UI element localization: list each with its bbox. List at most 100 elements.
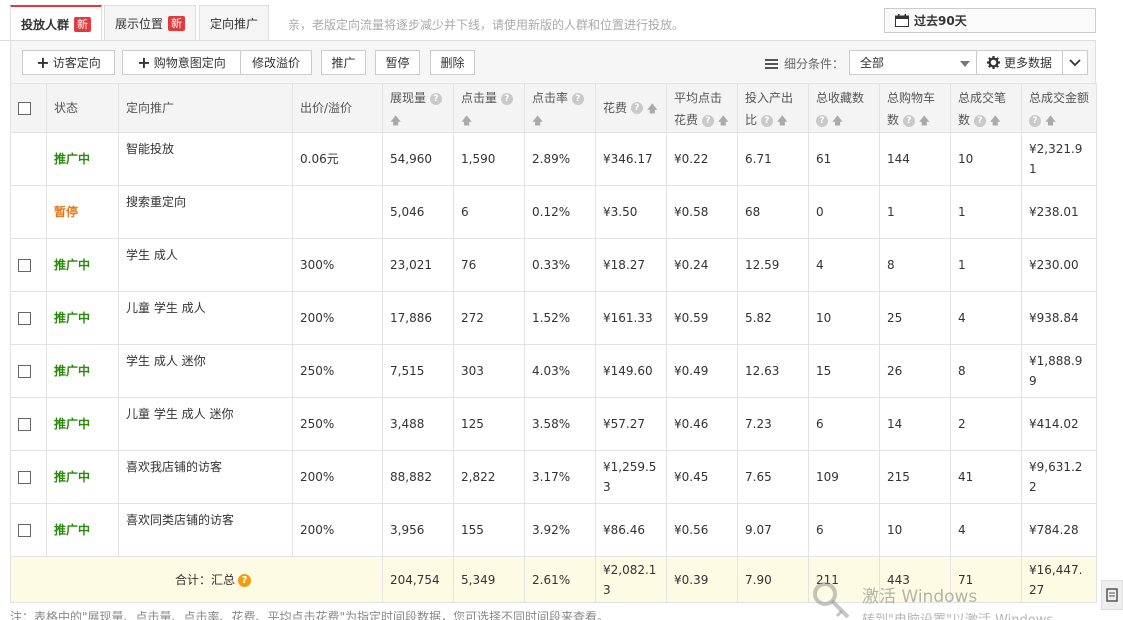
target-name[interactable]: 儿童 学生 成人 迷你 [118, 397, 293, 451]
ctr-cell: 3.92% [524, 503, 596, 557]
sort-up-icon[interactable]: 🡅 [832, 114, 843, 127]
gear-icon [986, 56, 1000, 69]
row-checkbox[interactable] [18, 524, 31, 537]
col-clicks[interactable]: 点击量 ? 🡅 [453, 83, 525, 133]
sort-up-icon[interactable]: 🡅 [532, 114, 543, 127]
col-roi[interactable]: 投入产出比 ? 🡅 [737, 83, 809, 133]
help-icon[interactable]: ? [902, 114, 915, 127]
status-cell: 推广中 [46, 344, 119, 398]
col-gmv[interactable]: 总成交金额 ? 🡅 [1021, 83, 1097, 133]
filter-select-value: 全部 [860, 56, 885, 70]
target-name[interactable]: 搜索重定向 [118, 185, 293, 239]
sort-up-icon[interactable]: 🡅 [1045, 114, 1056, 127]
target-name[interactable]: 儿童 学生 成人 [118, 291, 293, 345]
filter-select[interactable]: 全部 [849, 50, 979, 75]
bid-cell[interactable]: 250% [292, 397, 383, 451]
table-row[interactable]: 推广中 喜欢我店铺的访客 200% 88,882 2,822 3.17% ¥1,… [10, 450, 1097, 504]
help-icon[interactable]: ? [630, 102, 643, 114]
row-checkbox[interactable] [18, 312, 31, 325]
help-icon[interactable]: ? [238, 573, 251, 587]
help-icon[interactable]: ? [429, 92, 442, 105]
impressions-cell: 3,956 [382, 503, 454, 557]
promote-button[interactable]: 推广 [321, 50, 366, 75]
bid-cell[interactable]: 0.06元 [292, 132, 383, 186]
col-cpc[interactable]: 平均点击花费 ? 🡅 [666, 83, 738, 133]
add-visitor-targeting-button[interactable]: + 访客定向 [22, 50, 115, 75]
bid-cell[interactable]: 300% [292, 238, 383, 292]
add-cart-intent-targeting-button[interactable]: + 购物意图定向 [122, 50, 241, 75]
help-icon[interactable]: ? [1029, 114, 1041, 127]
help-icon[interactable]: ? [816, 114, 828, 127]
edit-bid-button[interactable]: 修改溢价 [240, 50, 312, 75]
more-data-dropdown[interactable] [1062, 50, 1088, 75]
row-checkbox-cell [10, 397, 47, 451]
col-carts[interactable]: 总购物车数 ? 🡅 [879, 83, 951, 133]
orders-cell: 41 [950, 450, 1022, 504]
tab-placement[interactable]: 展示位置 新 [104, 5, 197, 40]
sort-up-icon[interactable]: 🡅 [919, 114, 930, 127]
help-icon[interactable]: ? [760, 114, 773, 127]
tab-audience[interactable]: 投放人群 新 [10, 5, 103, 41]
help-icon[interactable]: ? [571, 92, 584, 105]
sort-up-icon[interactable]: 🡅 [990, 114, 1001, 127]
orders-cell: 10 [950, 132, 1022, 186]
table-row[interactable]: 推广中 儿童 学生 成人 200% 17,886 272 1.52% ¥161.… [10, 291, 1097, 345]
more-data-label: 更多数据 [1003, 56, 1052, 70]
sort-up-icon[interactable]: 🡅 [718, 114, 729, 127]
side-panel-handle[interactable] [1101, 580, 1123, 610]
sort-up-icon[interactable]: 🡅 [777, 114, 788, 127]
impressions-cell: 54,960 [382, 132, 454, 186]
table-row[interactable]: 推广中 学生 成人 迷你 250% 7,515 303 4.03% ¥149.6… [10, 344, 1097, 398]
target-name[interactable]: 喜欢同类店铺的访客 [118, 503, 293, 557]
bid-cell[interactable] [292, 185, 383, 239]
row-checkbox[interactable] [18, 365, 31, 378]
status-badge: 推广中 [54, 258, 91, 272]
help-icon[interactable]: ? [701, 114, 714, 127]
help-icon[interactable]: ? [500, 92, 513, 105]
carts-cell: 10 [879, 503, 951, 557]
row-checkbox[interactable] [18, 418, 31, 431]
sort-up-icon[interactable]: 🡅 [461, 114, 472, 127]
col-favorites[interactable]: 总收藏数? 🡅 [808, 83, 880, 133]
table-row[interactable]: 推广中 喜欢同类店铺的访客 200% 3,956 155 3.92% ¥86.4… [10, 503, 1097, 557]
ctr-cell: 0.12% [524, 185, 596, 239]
col-status-label: 状态 [54, 101, 79, 115]
table-row[interactable]: 推广中 智能投放 0.06元 54,960 1,590 2.89% ¥346.1… [10, 132, 1097, 186]
status-cell: 推广中 [46, 132, 119, 186]
pause-button[interactable]: 暂停 [375, 50, 420, 75]
bid-cell[interactable]: 200% [292, 450, 383, 504]
status-cell: 推广中 [46, 397, 119, 451]
period-selector[interactable]: 过去90天 [884, 8, 1096, 33]
col-orders[interactable]: 总成交笔数 ? 🡅 [950, 83, 1022, 133]
roi-cell: 68 [737, 185, 809, 239]
table-row[interactable]: 暂停 搜索重定向 5,046 6 0.12% ¥3.50 ¥0.58 68 0 … [10, 185, 1097, 239]
target-name[interactable]: 智能投放 [118, 132, 293, 186]
col-impressions[interactable]: 展现量 ? 🡅 [382, 83, 454, 133]
sort-up-icon[interactable]: 🡅 [390, 114, 401, 127]
col-ctr[interactable]: 点击率 ? 🡅 [524, 83, 596, 133]
tab-targeting[interactable]: 定向推广 [199, 5, 270, 40]
ctr-cell: 0.33% [524, 238, 596, 292]
bid-cell[interactable]: 250% [292, 344, 383, 398]
help-icon[interactable]: ? [973, 114, 986, 127]
row-checkbox[interactable] [18, 471, 31, 484]
roi-cell: 6.71 [737, 132, 809, 186]
row-checkbox[interactable] [18, 259, 31, 272]
target-name[interactable]: 学生 成人 [118, 238, 293, 292]
cost-cell: ¥346.17 [595, 132, 667, 186]
delete-button[interactable]: 删除 [430, 50, 475, 75]
gmv-cell: ¥1,888.99 [1021, 344, 1097, 398]
table-row[interactable]: 推广中 儿童 学生 成人 迷你 250% 3,488 125 3.58% ¥57… [10, 397, 1097, 451]
target-name[interactable]: 喜欢我店铺的访客 [118, 450, 293, 504]
table-row[interactable]: 推广中 学生 成人 300% 23,021 76 0.33% ¥18.27 ¥0… [10, 238, 1097, 292]
sort-up-icon[interactable]: 🡅 [647, 102, 658, 115]
orders-cell: 1 [950, 238, 1022, 292]
bid-cell[interactable]: 200% [292, 291, 383, 345]
bid-cell[interactable]: 200% [292, 503, 383, 557]
favorites-cell: 15 [808, 344, 880, 398]
clicks-cell: 1,590 [453, 132, 525, 186]
select-all-checkbox[interactable] [18, 102, 31, 115]
more-data-button[interactable]: 更多数据 [976, 50, 1063, 75]
col-cost[interactable]: 花费 ? 🡅 [595, 83, 667, 133]
target-name[interactable]: 学生 成人 迷你 [118, 344, 293, 398]
